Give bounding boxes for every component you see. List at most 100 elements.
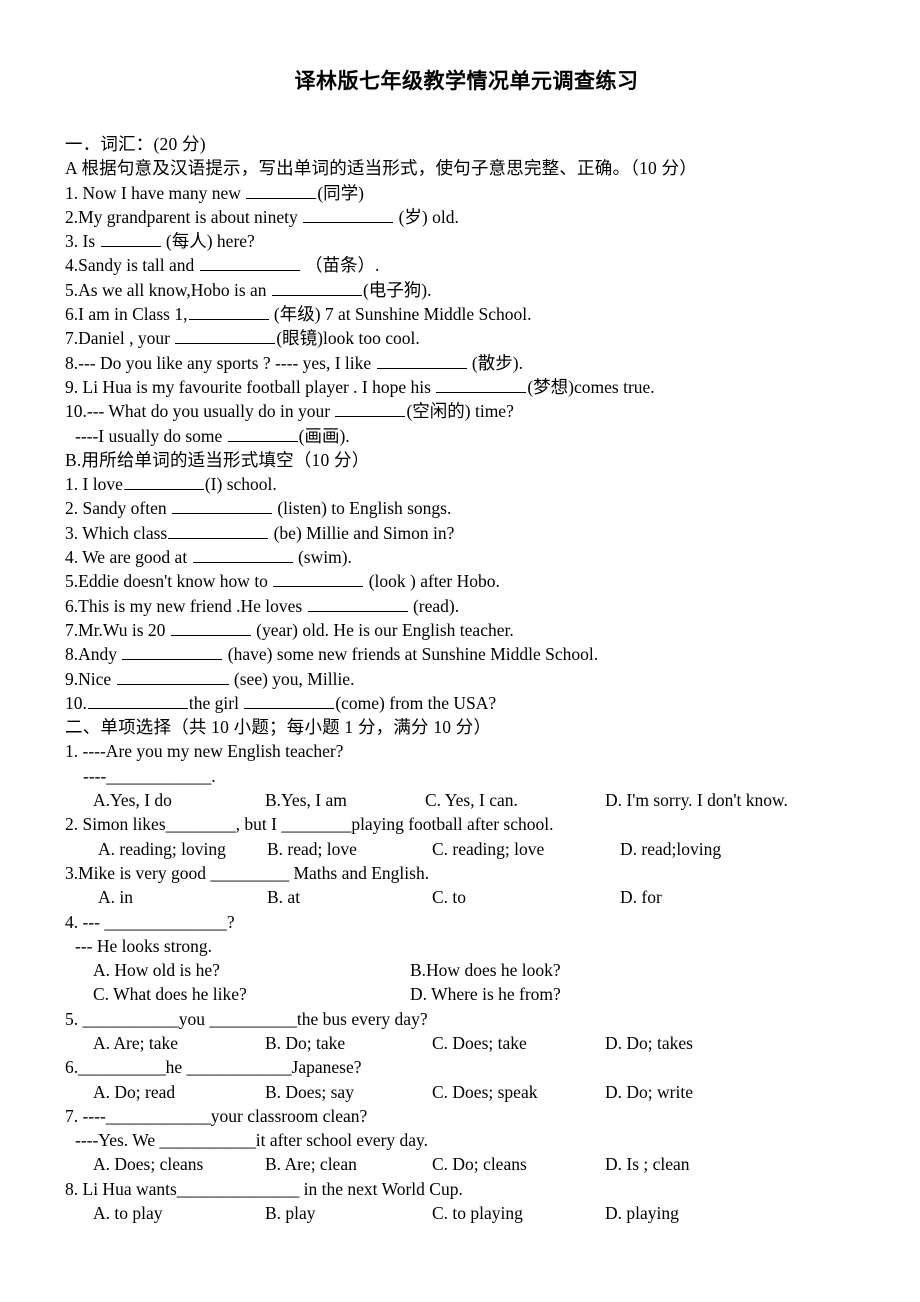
- option-d[interactable]: D. playing: [605, 1201, 679, 1225]
- item-hint: (listen) to English songs.: [277, 498, 452, 519]
- option-c[interactable]: C. reading; love: [432, 837, 544, 861]
- option-a[interactable]: A. Do; read: [93, 1080, 175, 1104]
- answer-blank[interactable]: [123, 473, 204, 491]
- option-c[interactable]: C. Does; take: [432, 1031, 527, 1055]
- answer-blank[interactable]: [188, 303, 269, 321]
- item-number: 7.: [65, 619, 79, 640]
- option-d[interactable]: D. read;loving: [620, 837, 721, 861]
- answer-blank[interactable]: [168, 522, 269, 539]
- answer-blank[interactable]: [192, 546, 293, 564]
- vocab-item-a10: 10.--- What do you usually do in your (空…: [65, 399, 868, 423]
- item-hint: (see) you, Millie.: [233, 668, 355, 689]
- option-d[interactable]: D. Is ; clean: [605, 1152, 690, 1176]
- answer-blank[interactable]: [273, 570, 364, 588]
- option-b[interactable]: B. read; love: [267, 837, 357, 861]
- answer-blank[interactable]: [170, 619, 251, 636]
- item-hint: （苗条）.: [305, 255, 380, 276]
- answer-blank[interactable]: [100, 230, 161, 248]
- option-d[interactable]: D. for: [620, 885, 662, 909]
- title-spacer: [65, 96, 868, 132]
- grammar-item-b4: 4. We are good at (swim).: [65, 545, 868, 569]
- item-text: Sandy often: [82, 498, 167, 519]
- vocab-item-a10-answer-line: ----I usually do some (画画).: [65, 424, 868, 448]
- answer-blank[interactable]: [171, 497, 272, 515]
- item-number: 2.: [65, 498, 79, 519]
- option-c[interactable]: C. Does; speak: [432, 1080, 537, 1104]
- option-b[interactable]: B. Do; take: [265, 1031, 345, 1055]
- option-b[interactable]: B.How does he look?: [410, 958, 561, 982]
- mc-question-7-options: A. Does; cleans B. Are; clean C. Do; cle…: [65, 1152, 868, 1176]
- item-text: Now I have many new: [82, 182, 241, 203]
- item-hint: (read).: [412, 595, 460, 616]
- item-hint: (画画).: [298, 425, 350, 446]
- answer-blank[interactable]: [335, 400, 406, 418]
- answer-blank[interactable]: [244, 692, 335, 709]
- vocab-item-a1: 1. Now I have many new (同学): [65, 181, 868, 205]
- item-hint: (year) old. He is our English teacher.: [256, 619, 514, 640]
- item-hint: (每人) here?: [165, 231, 255, 252]
- option-a[interactable]: A. Does; cleans: [93, 1152, 203, 1176]
- option-d[interactable]: D. I'm sorry. I don't know.: [605, 788, 788, 812]
- option-c[interactable]: C. to playing: [432, 1201, 523, 1225]
- option-c[interactable]: C. to: [432, 885, 466, 909]
- mc-question-2-stem: 2. Simon likes________, but I ________pl…: [65, 814, 554, 835]
- option-d[interactable]: D. Where is he from?: [410, 982, 561, 1006]
- item-number: 10.: [65, 401, 87, 422]
- mc-question-7-answer-line: ----Yes. We ___________it after school e…: [75, 1130, 429, 1151]
- item-number: 8.: [65, 352, 79, 373]
- option-a[interactable]: A.Yes, I do: [93, 788, 172, 812]
- item-text: Which class: [82, 522, 168, 543]
- mc-question-5-stem: 5. ___________you __________the bus ever…: [65, 1008, 428, 1029]
- option-b[interactable]: B.Yes, I am: [265, 788, 347, 812]
- part-b-heading: B.用所给单词的适当形式填空（10 分）: [65, 449, 370, 470]
- option-a[interactable]: A. Are; take: [93, 1031, 178, 1055]
- answer-blank[interactable]: [246, 182, 317, 199]
- answer-blank[interactable]: [436, 376, 527, 393]
- exam-paper-page: 译林版七年级教学情况单元调查练习 一．词汇：(20 分) A 根据句意及汉语提示…: [0, 0, 920, 1302]
- option-d[interactable]: D. Do; takes: [605, 1031, 693, 1055]
- option-b[interactable]: B. at: [267, 885, 300, 909]
- item-text: Nice: [78, 668, 112, 689]
- item-number: 4.: [65, 547, 79, 568]
- answer-blank[interactable]: [199, 254, 300, 272]
- option-a[interactable]: A. How old is he?: [93, 958, 220, 982]
- option-c[interactable]: C. Yes, I can.: [425, 788, 518, 812]
- mc-question-4-stem: 4. --- ______________?: [65, 911, 235, 932]
- item-text: I am in Class 1,: [78, 304, 188, 325]
- answer-blank[interactable]: [227, 424, 298, 442]
- item-text: Li Hua is my favourite football player .…: [82, 376, 431, 397]
- item-hint: (年级) 7 at Sunshine Middle School.: [273, 304, 532, 325]
- item-text: I love: [82, 474, 123, 495]
- answer-blank[interactable]: [87, 692, 188, 709]
- answer-blank[interactable]: [122, 643, 223, 661]
- answer-blank[interactable]: [175, 327, 276, 345]
- answer-blank[interactable]: [376, 352, 467, 369]
- item-number: 4.: [65, 255, 79, 276]
- item-hint: (岁) old.: [398, 206, 459, 227]
- answer-blank[interactable]: [303, 206, 394, 223]
- grammar-item-b10: 10. the girl (come) from the USA?: [65, 691, 868, 715]
- option-a[interactable]: A. in: [98, 885, 133, 909]
- section-one-heading: 一．词汇：(20 分): [65, 134, 206, 154]
- option-b[interactable]: B. Are; clean: [265, 1152, 357, 1176]
- item-text: Is: [82, 231, 96, 252]
- item-number: 9.: [65, 376, 79, 397]
- answer-blank[interactable]: [271, 279, 362, 296]
- mc-question-8-options: A. to play B. play C. to playing D. play…: [65, 1201, 868, 1225]
- item-text: --- What do you usually do in your: [86, 401, 331, 422]
- option-c[interactable]: C. What does he like?: [93, 982, 247, 1006]
- mc-question-7-stem: 7. ----____________your classroom clean?: [65, 1105, 368, 1126]
- option-a[interactable]: A. reading; loving: [98, 837, 226, 861]
- mc-question-4-options-row2: C. What does he like? D. Where is he fro…: [65, 982, 868, 1006]
- item-text: My grandparent is about ninety: [78, 206, 298, 227]
- option-d[interactable]: D. Do; write: [605, 1080, 693, 1104]
- item-hint: (梦想)comes true.: [527, 376, 655, 397]
- answer-blank[interactable]: [307, 595, 408, 612]
- option-c[interactable]: C. Do; cleans: [432, 1152, 527, 1176]
- option-b[interactable]: B. play: [265, 1201, 316, 1225]
- option-b[interactable]: B. Does; say: [265, 1080, 354, 1104]
- answer-blank[interactable]: [116, 667, 229, 685]
- option-a[interactable]: A. to play: [93, 1201, 163, 1225]
- mc-question-8-stem: 8. Li Hua wants______________ in the nex…: [65, 1178, 463, 1199]
- grammar-item-b2: 2. Sandy often (listen) to English songs…: [65, 496, 868, 520]
